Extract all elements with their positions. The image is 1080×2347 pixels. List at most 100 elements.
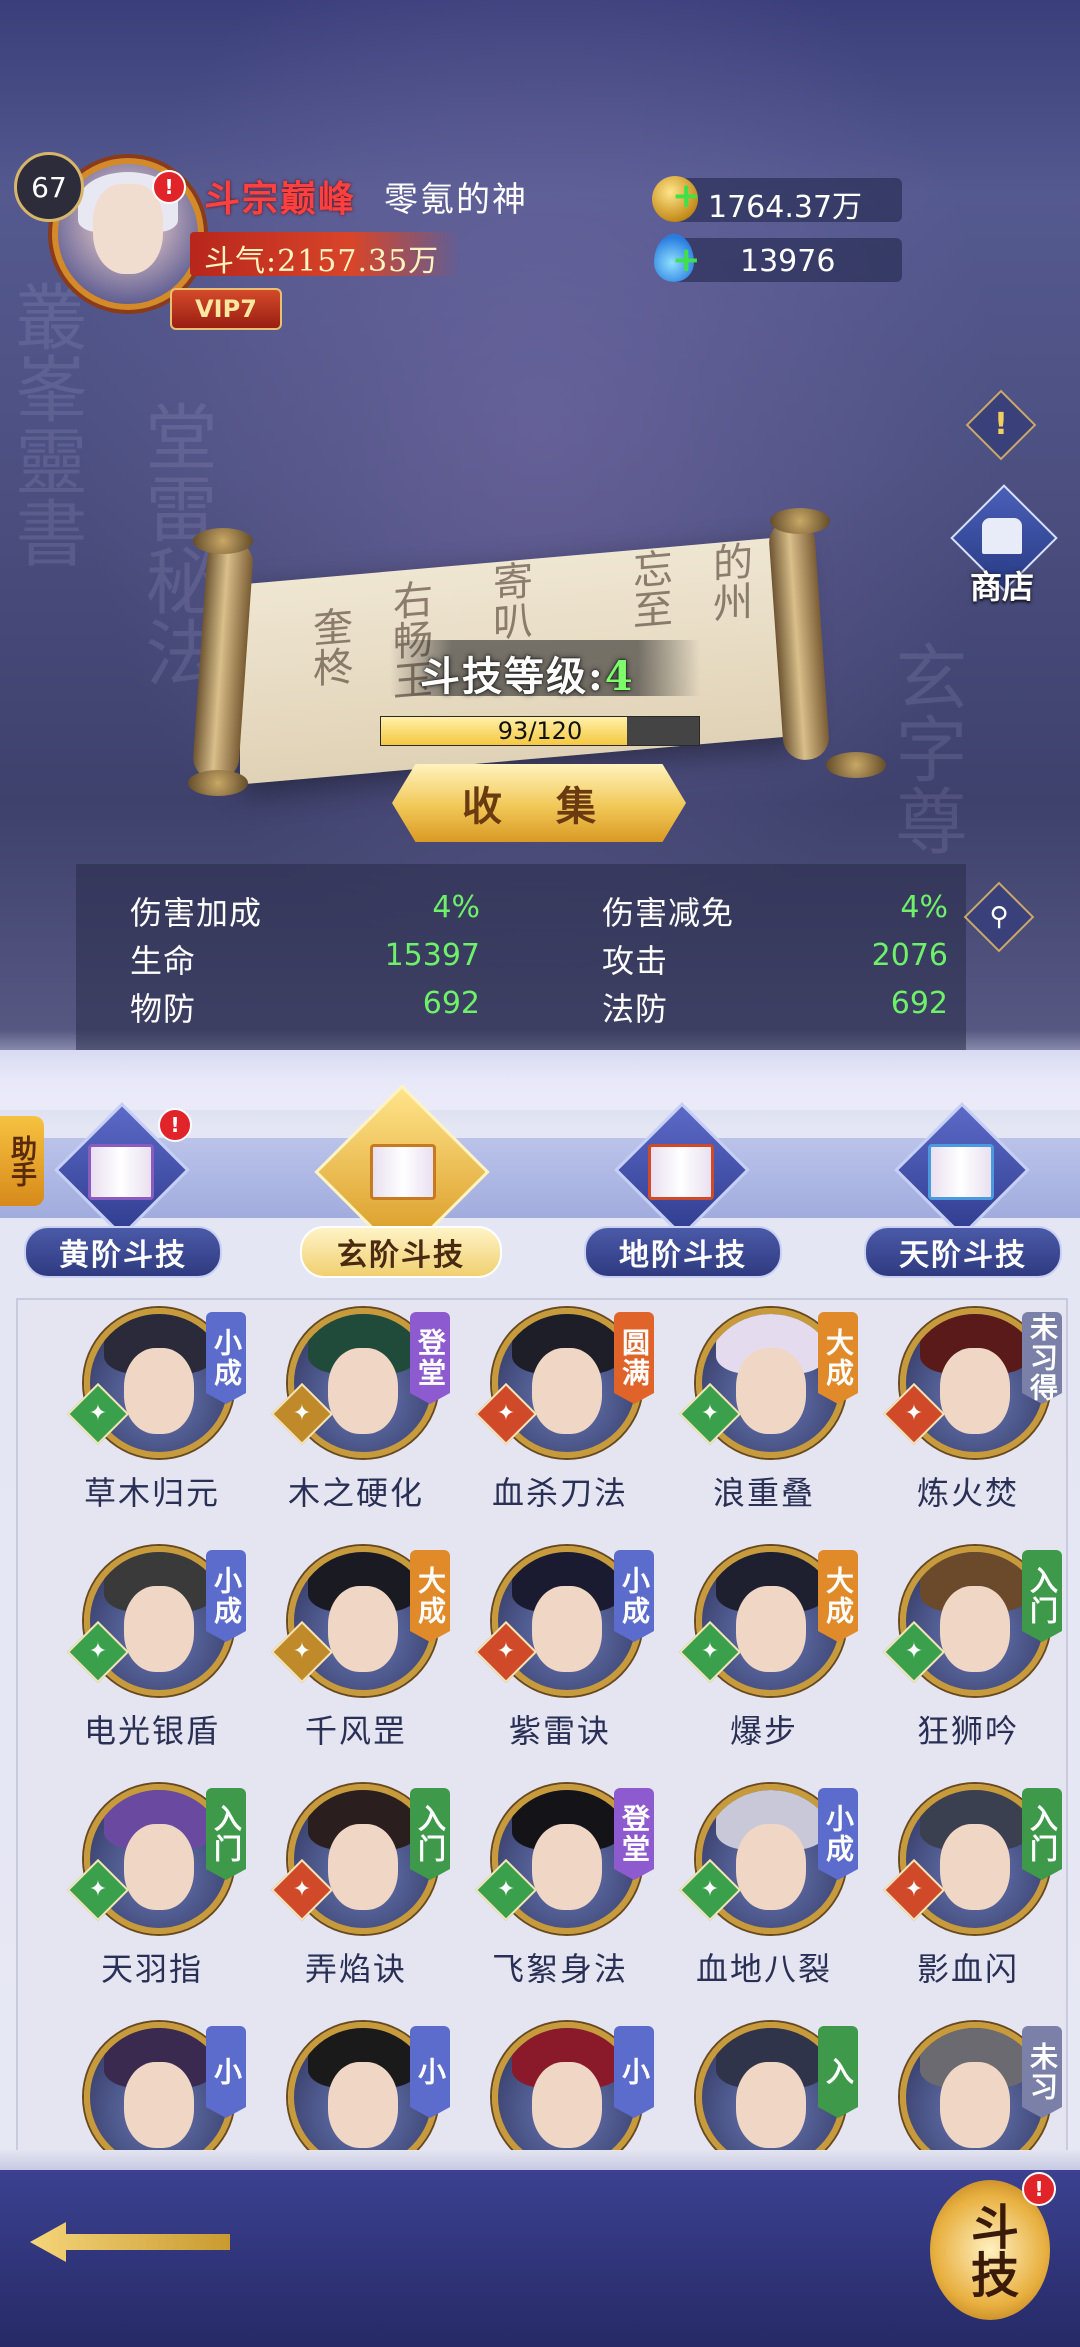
skill-grid: ✦ 小成 草木归元 ✦ 登堂 木之硬化 ✦ 圆满 血杀刀法 ✦ 大成 浪重叠 ✦ 未习得 炼火焚 ✦ 小成 电光银… <box>16 1298 1068 2154</box>
skill-rank-tag: 小 <box>206 2026 246 2118</box>
skill-rank-tag: 小成 <box>206 1550 246 1642</box>
skill-card[interactable]: ✦ 入门 狂狮吟 <box>858 1546 1062 1776</box>
book-icon <box>648 1144 714 1200</box>
vip-badge[interactable]: VIP7 <box>170 288 282 330</box>
info-icon: ! <box>994 407 1008 442</box>
gem-amount: 13976 <box>740 244 836 279</box>
skill-level-value: 4 <box>604 653 635 700</box>
skill-rank-tag: 大成 <box>410 1550 450 1642</box>
avatar-alert-badge: ! <box>152 170 186 204</box>
skill-card[interactable]: 未习 <box>858 2022 1062 2152</box>
magnifier-icon: ⚲ <box>989 902 1009 932</box>
skill-card[interactable]: ✦ 入门 影血闪 <box>858 1784 1062 2014</box>
add-gold-icon[interactable]: + <box>672 176 701 216</box>
shop-button[interactable]: 商店 <box>950 484 1058 606</box>
player-name: 零氪的神 <box>384 180 528 220</box>
stat-label-attack: 攻击 <box>602 942 669 980</box>
skill-level: 斗技等级:4 <box>420 644 635 702</box>
skill-rank-tag: 小成 <box>818 1788 858 1880</box>
skill-card[interactable]: ✦ 大成 浪重叠 <box>654 1308 858 1538</box>
stat-value-damage-bonus: 4% <box>432 890 480 925</box>
scroll-calligraphy: 奎柊 <box>306 604 352 689</box>
skill-name: 草木归元 <box>83 1474 220 1512</box>
skill-name: 影血闪 <box>916 1950 1019 1988</box>
skill-card[interactable]: ✦ 小成 电光银盾 <box>42 1546 246 1776</box>
background-calligraphy: 叢峯靈書 <box>3 280 87 568</box>
douji-alert-badge: ! <box>1022 2172 1056 2206</box>
stat-label-phys-def: 物防 <box>130 990 197 1028</box>
skill-rank-tag: 小成 <box>206 1312 246 1404</box>
scroll-cap <box>193 528 253 554</box>
skill-rank-tag: 小成 <box>614 1550 654 1642</box>
book-icon <box>88 1144 154 1200</box>
skill-rank-tag: 小 <box>614 2026 654 2118</box>
skill-card[interactable]: ✦ 小成 血地八裂 <box>654 1784 858 2014</box>
player-power: 斗气:2157.35万 <box>204 244 440 279</box>
stat-value-magic-def: 692 <box>890 986 948 1021</box>
skill-name: 浪重叠 <box>712 1474 815 1512</box>
douji-button-label: 斗技 <box>962 2202 1018 2298</box>
tab-mystic-tier[interactable]: 玄阶斗技 <box>300 1226 502 1278</box>
skill-name: 炼火焚 <box>916 1474 1019 1512</box>
skill-rank-tag: 登堂 <box>410 1312 450 1404</box>
skill-card[interactable]: ✦ 小成 紫雷诀 <box>450 1546 654 1776</box>
skill-name: 紫雷诀 <box>508 1712 611 1750</box>
skill-name: 狂狮吟 <box>916 1712 1019 1750</box>
collect-button[interactable]: 收 集 <box>392 764 686 842</box>
helper-tab[interactable]: 助手 <box>0 1116 44 1206</box>
skill-card[interactable]: ✦ 登堂 飞絮身法 <box>450 1784 654 2014</box>
skill-name: 爆步 <box>729 1712 798 1750</box>
scroll-cap <box>826 752 886 778</box>
skill-card[interactable]: ✦ 入门 天羽指 <box>42 1784 246 2014</box>
scroll-cap <box>770 508 830 534</box>
skill-rank-tag: 入门 <box>1022 1788 1062 1880</box>
tab-alert-badge: ! <box>158 1108 192 1142</box>
stat-label-hp: 生命 <box>130 942 197 980</box>
tab-heaven-tier[interactable]: 天阶斗技 <box>864 1226 1062 1278</box>
skill-rank-tag: 入 <box>818 2026 858 2118</box>
skill-name: 电光银盾 <box>83 1712 220 1750</box>
skill-progress-text: 93/120 <box>497 717 583 745</box>
skill-name: 木之硬化 <box>287 1474 424 1512</box>
stat-value-damage-reduction: 4% <box>900 890 948 925</box>
skill-card[interactable]: ✦ 大成 爆步 <box>654 1546 858 1776</box>
skill-card[interactable]: 入 <box>654 2022 858 2152</box>
skill-name: 血地八裂 <box>695 1950 832 1988</box>
skill-card[interactable]: 小 <box>450 2022 654 2152</box>
skill-rank-tag: 入门 <box>410 1788 450 1880</box>
book-icon <box>928 1144 994 1200</box>
tab-yellow-tier[interactable]: 黄阶斗技 <box>24 1226 222 1278</box>
skill-card[interactable]: ✦ 大成 千风罡 <box>246 1546 450 1776</box>
shop-icon <box>982 518 1022 554</box>
skill-level-label: 斗技等级: <box>420 653 605 700</box>
book-icon <box>370 1144 436 1200</box>
skill-card[interactable]: 小 <box>42 2022 246 2152</box>
skill-card[interactable]: 小 <box>246 2022 450 2152</box>
skill-card[interactable]: ✦ 小成 草木归元 <box>42 1308 246 1538</box>
scroll-calligraphy: 忘至 <box>626 546 672 631</box>
player-level: 67 <box>14 152 84 222</box>
bottom-bar <box>0 2170 1080 2347</box>
skill-card[interactable]: ✦ 未习得 炼火焚 <box>858 1308 1062 1538</box>
skill-card[interactable]: ✦ 登堂 木之硬化 <box>246 1308 450 1538</box>
skill-name: 飞絮身法 <box>491 1950 628 1988</box>
skill-progress-bar: 93/120 <box>380 716 700 746</box>
skill-card[interactable]: ✦ 圆满 血杀刀法 <box>450 1308 654 1538</box>
skill-rank-tag: 未习得 <box>1022 1312 1062 1404</box>
stat-value-hp: 15397 <box>384 938 480 973</box>
skill-rank-tag: 未习 <box>1022 2026 1062 2118</box>
add-gems-icon[interactable]: + <box>672 240 701 280</box>
scroll-calligraphy: 寄叭 <box>486 558 532 643</box>
scroll-calligraphy: 的州 <box>706 539 752 624</box>
skill-name: 血杀刀法 <box>491 1474 628 1512</box>
background-calligraphy: 玄字尊 <box>883 640 967 856</box>
stat-label-damage-bonus: 伤害加成 <box>130 894 263 932</box>
skill-name: 千风罡 <box>304 1712 407 1750</box>
skill-rank-tag: 登堂 <box>614 1788 654 1880</box>
gold-amount: 1764.37万 <box>708 190 863 225</box>
skill-rank-tag: 大成 <box>818 1550 858 1642</box>
player-rank-title: 斗宗巅峰 <box>204 178 357 220</box>
scroll-cap <box>188 770 248 796</box>
skill-card[interactable]: ✦ 入门 弄焰诀 <box>246 1784 450 2014</box>
tab-earth-tier[interactable]: 地阶斗技 <box>584 1226 782 1278</box>
